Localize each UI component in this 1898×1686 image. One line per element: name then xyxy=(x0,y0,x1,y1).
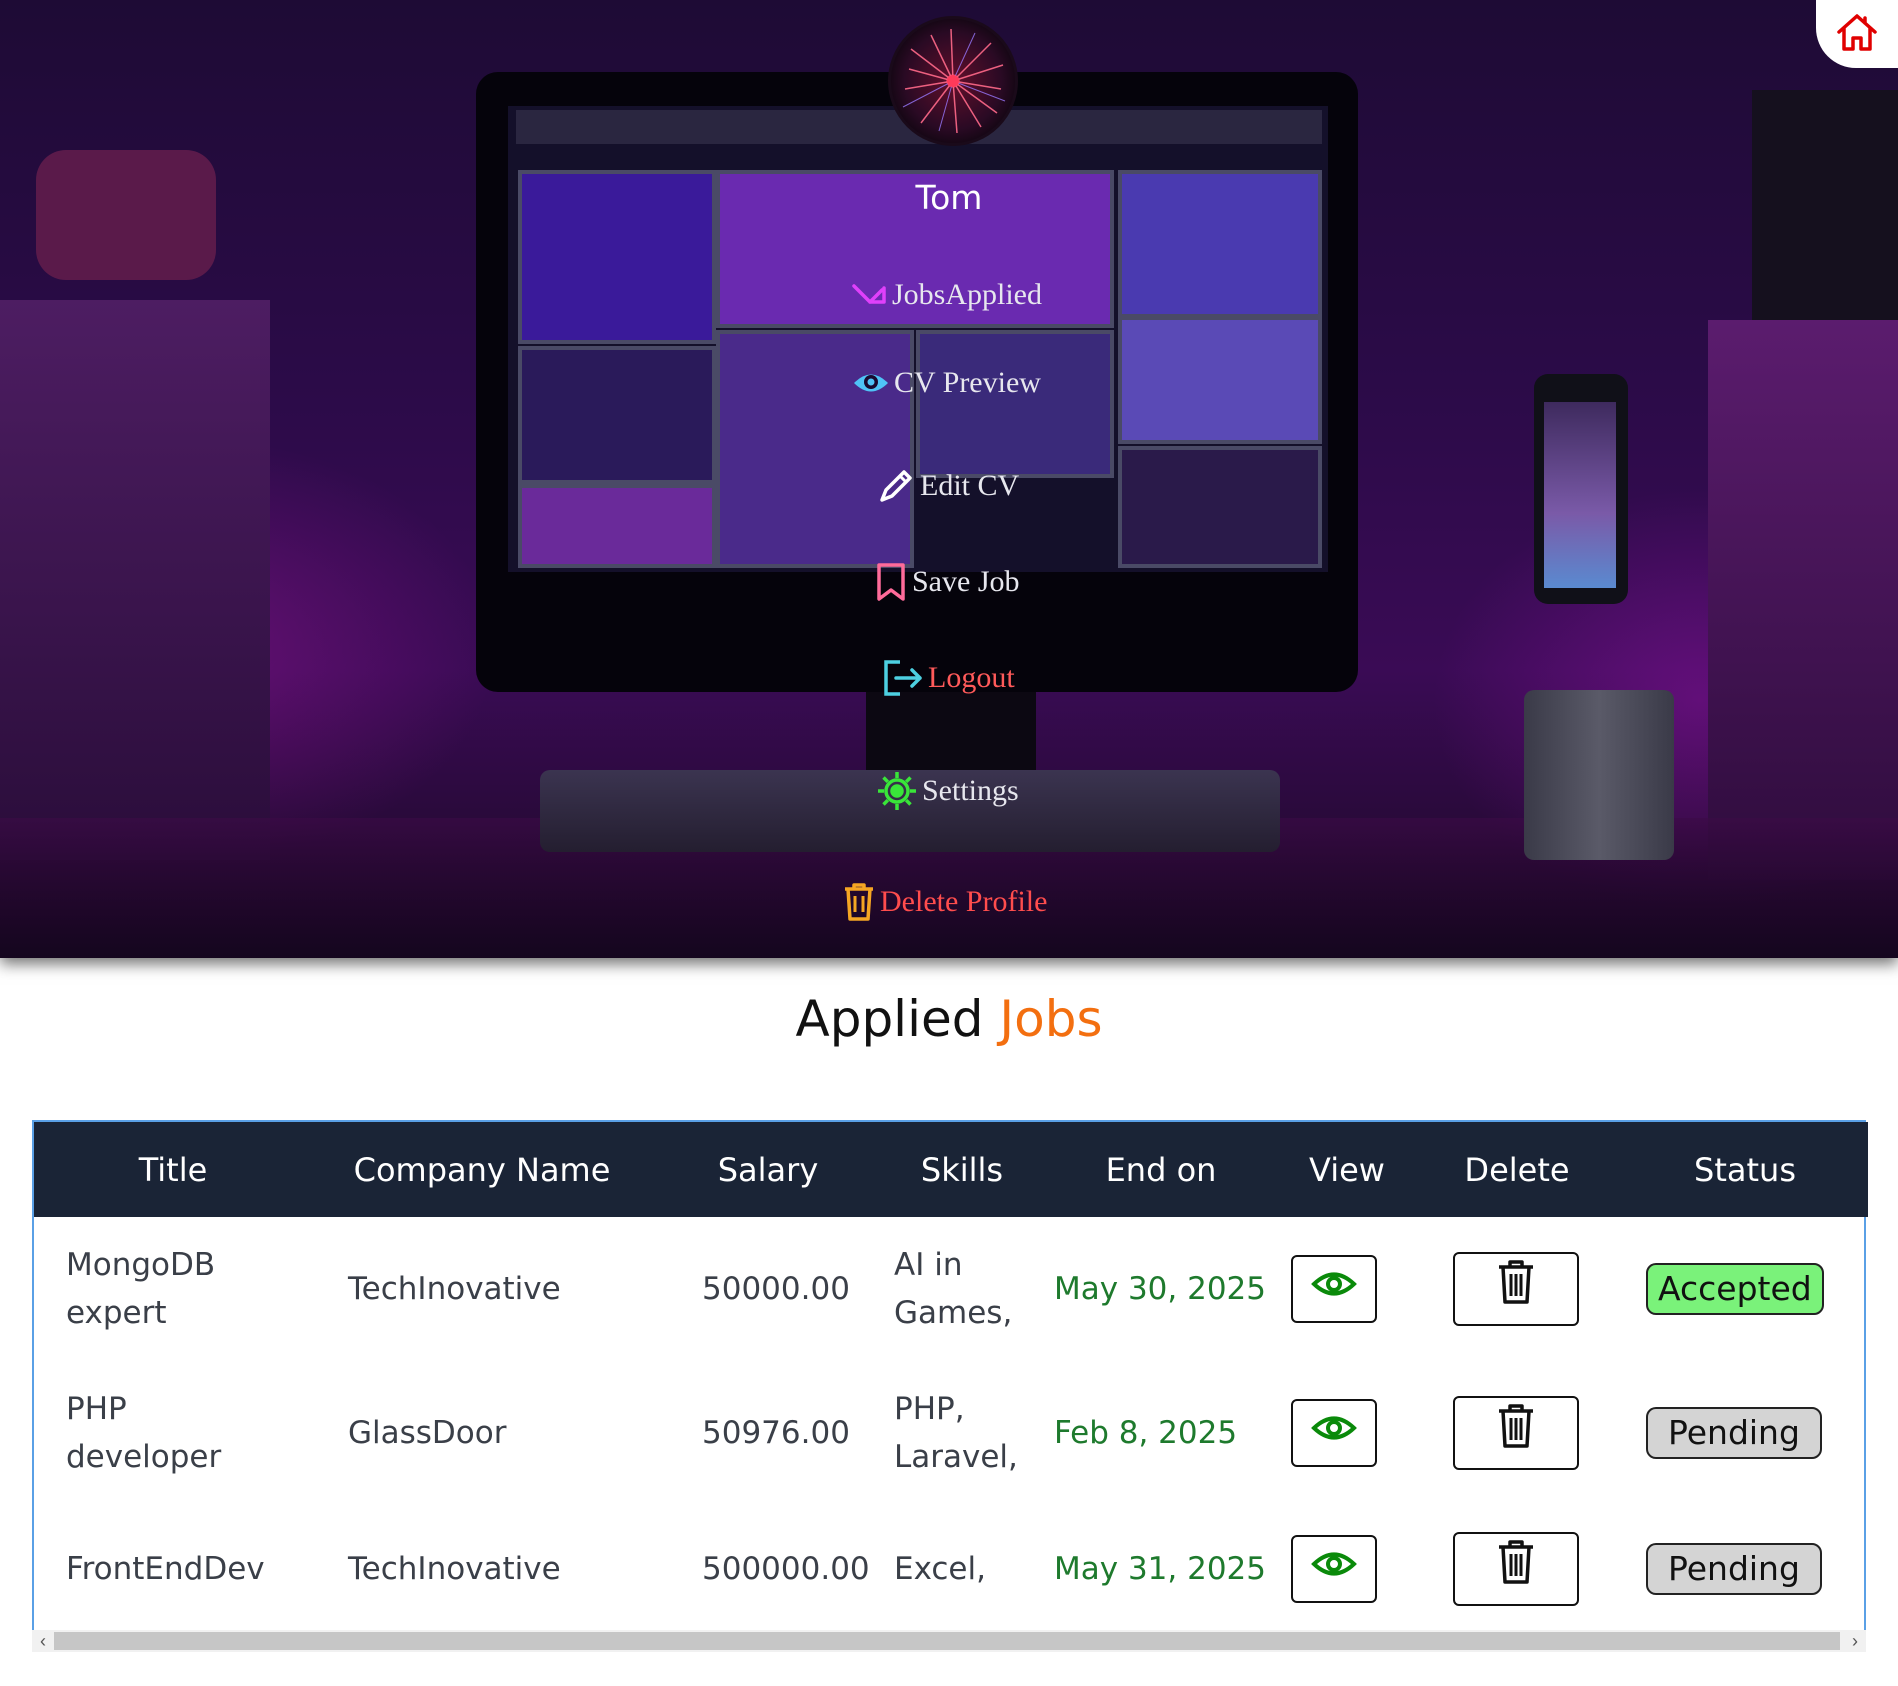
background-phone-screen xyxy=(1544,402,1616,588)
company-name: GlassDoor xyxy=(348,1415,507,1451)
background-box xyxy=(1708,320,1898,880)
nav-logout-label: Logout xyxy=(928,661,1015,694)
job-title: MongoDB expert xyxy=(66,1247,216,1331)
trash-icon xyxy=(842,882,876,922)
salary: 50976.00 xyxy=(702,1415,850,1451)
status-badge: Pending xyxy=(1646,1407,1822,1459)
horizontal-scrollbar[interactable]: ‹ › xyxy=(32,1630,1866,1652)
bookmark-icon xyxy=(874,562,908,602)
arrow-down-right-icon xyxy=(850,278,888,312)
view-cell xyxy=(1282,1217,1412,1361)
scrollbar-thumb[interactable] xyxy=(54,1632,1840,1650)
delete-button[interactable] xyxy=(1453,1252,1579,1326)
background-shelf xyxy=(0,300,270,860)
gear-icon xyxy=(876,770,918,812)
background-panel xyxy=(1118,316,1322,444)
salary: 500000.00 xyxy=(702,1551,870,1587)
job-title: FrontEndDev xyxy=(66,1551,265,1587)
home-icon xyxy=(1835,10,1879,59)
eye-icon xyxy=(852,368,890,398)
company-name: TechInovative xyxy=(348,1551,561,1587)
delete-button[interactable] xyxy=(1453,1532,1579,1606)
column-header-skills: Skills xyxy=(920,1150,1004,1189)
skills: Excel, xyxy=(894,1551,986,1587)
scroll-right-icon[interactable]: › xyxy=(1844,1630,1866,1652)
table-row: FrontEndDev TechInovative 500000.00 Exce… xyxy=(34,1505,1868,1633)
delete-cell xyxy=(1412,1217,1622,1361)
pencil-icon xyxy=(876,466,916,506)
column-header-end-on: End on xyxy=(1105,1150,1217,1189)
status-cell: Pending xyxy=(1622,1361,1868,1505)
nav-cv-preview[interactable]: CV Preview xyxy=(852,366,1041,400)
status-badge: Pending xyxy=(1646,1543,1822,1595)
page-title-main: Applied xyxy=(795,990,984,1048)
background-panel xyxy=(518,346,716,484)
salary: 50000.00 xyxy=(702,1271,850,1307)
column-header-view: View xyxy=(1309,1150,1385,1189)
profile-name: Tom xyxy=(915,178,983,217)
nav-logout[interactable]: Logout xyxy=(882,658,1015,698)
trash-icon xyxy=(1496,1538,1536,1600)
nav-settings-label: Settings xyxy=(922,774,1019,807)
end-date: May 30, 2025 xyxy=(1054,1271,1266,1307)
end-date: May 31, 2025 xyxy=(1054,1551,1266,1587)
nav-jobs-applied-label: JobsApplied xyxy=(892,278,1042,311)
scroll-left-icon[interactable]: ‹ xyxy=(32,1630,54,1652)
profile-hero: Tom JobsApplied CV Preview Edit CV Save … xyxy=(0,0,1898,958)
nav-save-job-label: Save Job xyxy=(912,565,1020,598)
eye-icon xyxy=(1311,1265,1357,1313)
view-cell xyxy=(1282,1361,1412,1505)
delete-button[interactable] xyxy=(1453,1396,1579,1470)
eye-icon xyxy=(1311,1409,1357,1457)
nav-cv-preview-label: CV Preview xyxy=(894,366,1041,399)
nav-delete-profile-label: Delete Profile xyxy=(880,885,1048,918)
column-header-title: Title xyxy=(138,1150,208,1189)
table-row: MongoDB expert TechInovative 50000.00 AI… xyxy=(34,1217,1868,1361)
nav-jobs-applied[interactable]: JobsApplied xyxy=(850,278,1042,312)
nav-settings[interactable]: Settings xyxy=(876,770,1019,812)
table-row: PHP developer GlassDoor 50976.00 PHP, La… xyxy=(34,1361,1868,1505)
view-button[interactable] xyxy=(1291,1535,1377,1603)
company-name: TechInovative xyxy=(348,1271,561,1307)
background-monitor-stand xyxy=(866,692,1036,772)
column-header-delete: Delete xyxy=(1464,1150,1570,1189)
column-header-status: Status xyxy=(1694,1150,1796,1189)
background-mug xyxy=(1524,690,1674,860)
background-panel xyxy=(1118,446,1322,568)
view-cell xyxy=(1282,1505,1412,1633)
background-panel xyxy=(518,484,716,568)
skills: PHP, Laravel, xyxy=(894,1391,1018,1475)
status-cell: Accepted xyxy=(1622,1217,1868,1361)
avatar xyxy=(888,16,1018,146)
nav-edit-cv-label: Edit CV xyxy=(920,469,1020,502)
view-button[interactable] xyxy=(1291,1399,1377,1467)
end-date: Feb 8, 2025 xyxy=(1054,1415,1238,1451)
page-title: Applied Jobs xyxy=(0,990,1898,1048)
trash-icon xyxy=(1496,1402,1536,1464)
eye-icon xyxy=(1311,1545,1357,1593)
column-header-company: Company Name xyxy=(353,1150,611,1189)
view-button[interactable] xyxy=(1291,1255,1377,1323)
applied-jobs-table: Title Company Name Salary Skills End on … xyxy=(32,1120,1868,1633)
background-panel xyxy=(916,330,1114,478)
job-title: PHP developer xyxy=(66,1391,222,1475)
table-header-row: Title Company Name Salary Skills End on … xyxy=(34,1122,1868,1217)
column-header-salary: Salary xyxy=(717,1150,819,1189)
logout-icon xyxy=(882,658,924,698)
skills: AI in Games, xyxy=(894,1247,1013,1331)
nav-delete-profile[interactable]: Delete Profile xyxy=(842,882,1047,922)
home-button[interactable] xyxy=(1816,0,1898,68)
status-cell: Pending xyxy=(1622,1505,1868,1633)
page-title-accent: Jobs xyxy=(999,990,1103,1048)
trash-icon xyxy=(1496,1258,1536,1320)
nav-edit-cv[interactable]: Edit CV xyxy=(876,466,1019,506)
delete-cell xyxy=(1412,1361,1622,1505)
delete-cell xyxy=(1412,1505,1622,1633)
status-badge: Accepted xyxy=(1646,1263,1824,1315)
nav-save-job[interactable]: Save Job xyxy=(874,562,1020,602)
